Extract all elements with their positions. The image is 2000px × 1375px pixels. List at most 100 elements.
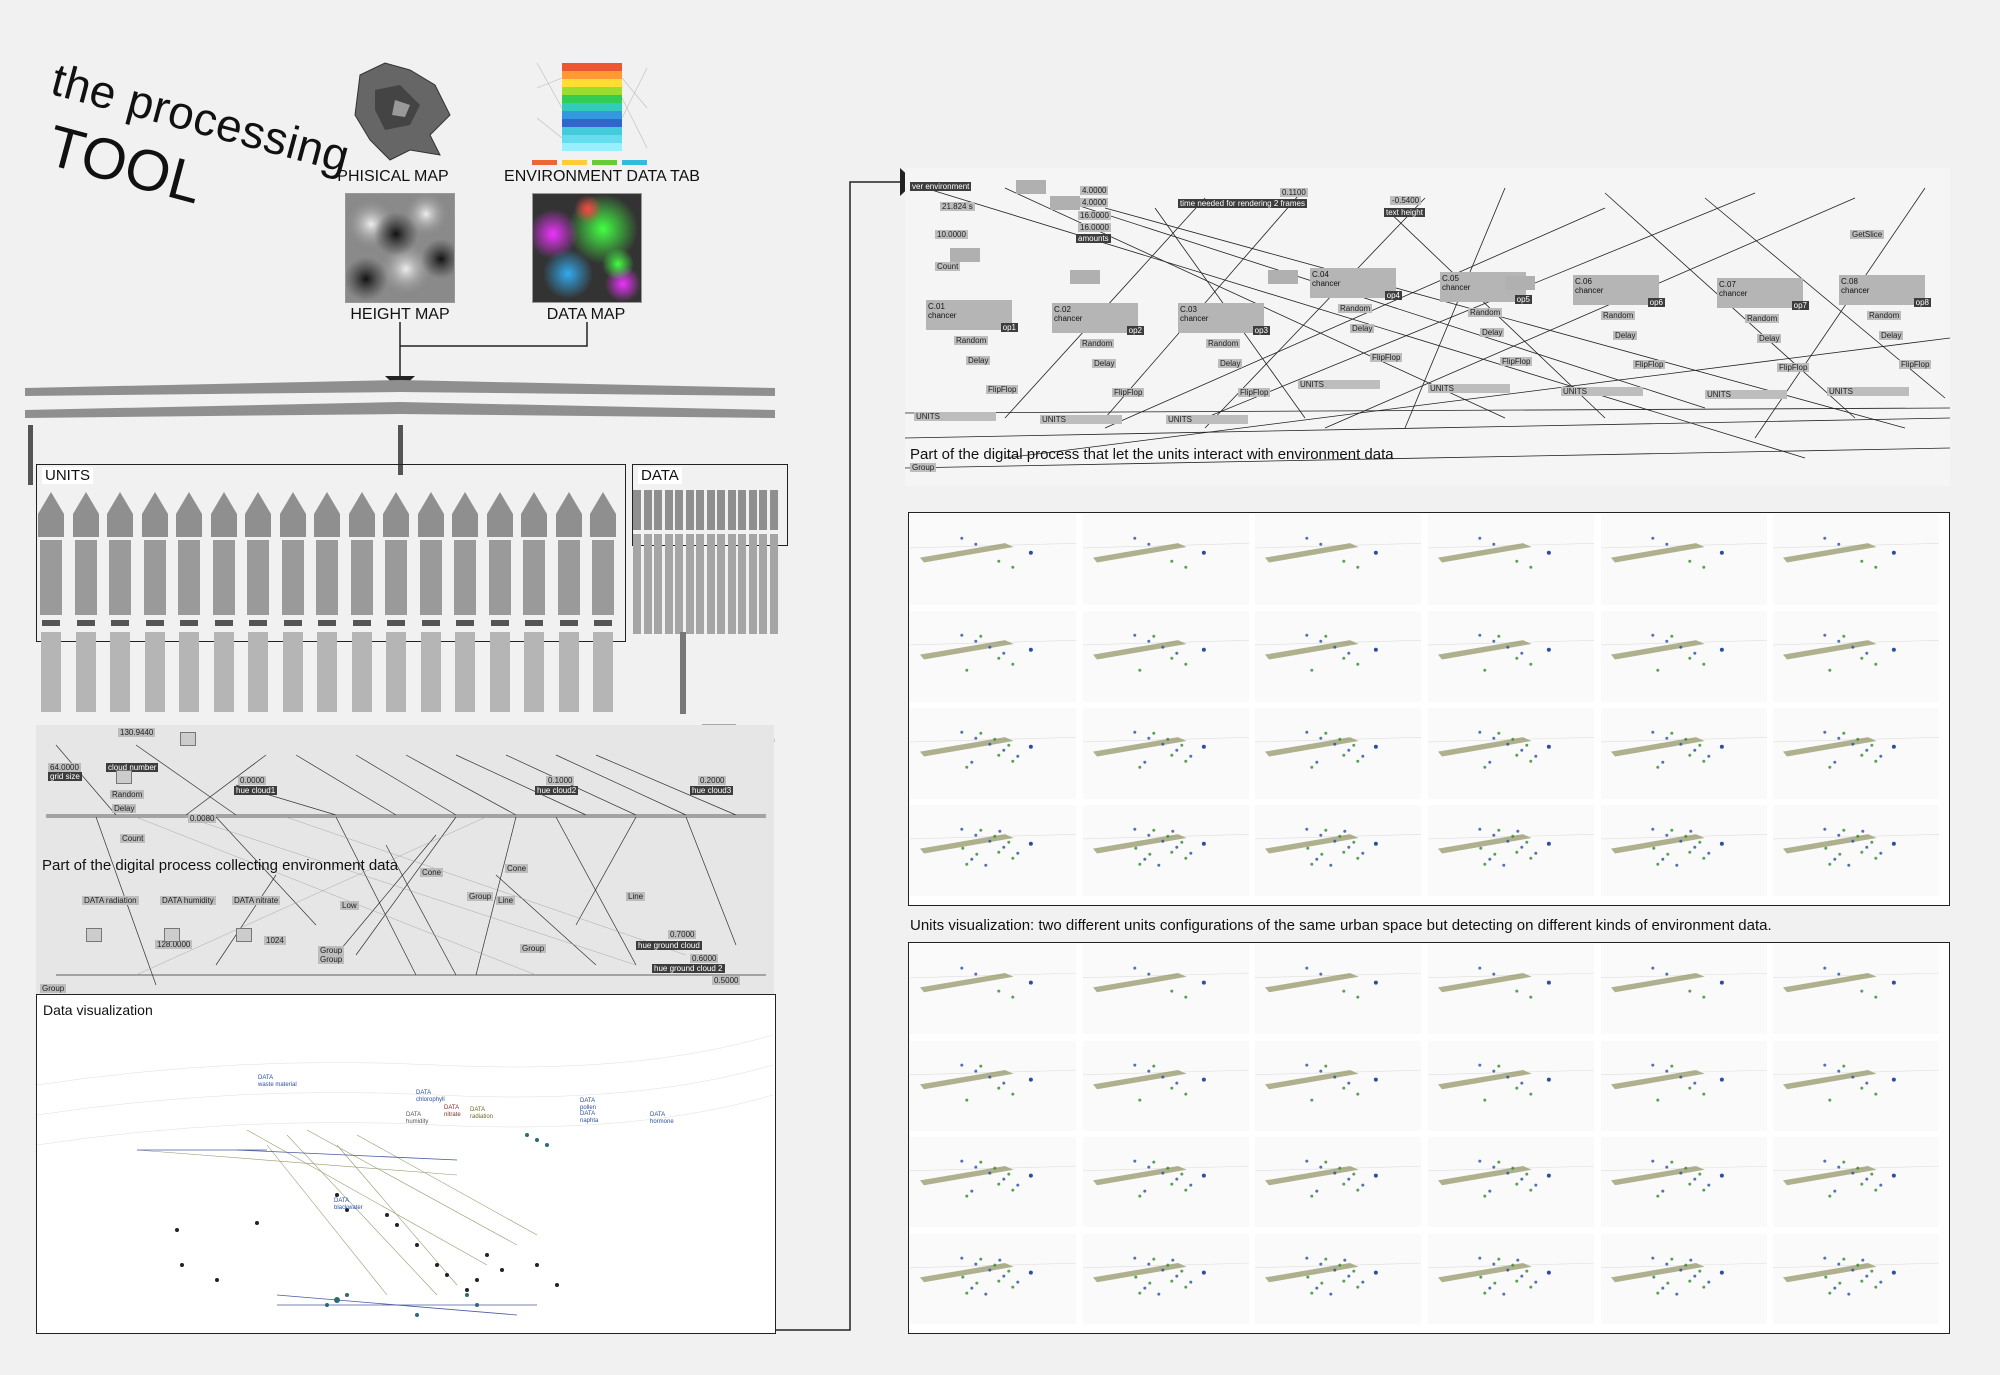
flipflop-node[interactable]: FlipFlop: [986, 385, 1019, 394]
units-node[interactable]: UNITS: [914, 412, 996, 421]
flipflop-node[interactable]: FlipFlop: [1633, 360, 1666, 369]
patch-node[interactable]: 130.9440: [118, 728, 156, 737]
interaction-node[interactable]: Group: [910, 463, 937, 472]
interaction-node[interactable]: amounts: [1076, 234, 1111, 243]
random-node[interactable]: Random: [954, 336, 989, 345]
patch-node[interactable]: cloud number: [106, 763, 159, 772]
random-node[interactable]: Random: [1468, 308, 1503, 317]
random-node[interactable]: Random: [1745, 314, 1780, 323]
delay-node[interactable]: Delay: [1757, 334, 1782, 343]
patch-node[interactable]: hue ground cloud 2: [652, 964, 725, 973]
random-node[interactable]: Random: [1338, 304, 1373, 313]
patch-toggle-box[interactable]: [86, 928, 102, 942]
units-node[interactable]: UNITS: [1827, 387, 1909, 396]
patch-node[interactable]: hue cloud3: [690, 786, 734, 795]
interaction-node[interactable]: 0.1100: [1280, 188, 1308, 197]
flipflop-node[interactable]: FlipFlop: [1238, 388, 1271, 397]
patch-toggle-box[interactable]: [180, 732, 196, 746]
patch-box[interactable]: [950, 248, 980, 262]
patch-node[interactable]: 0.0080: [188, 814, 217, 823]
interaction-node[interactable]: text height: [1384, 208, 1425, 217]
random-node[interactable]: Random: [1080, 339, 1115, 348]
patch-box[interactable]: [1050, 196, 1080, 210]
patch-node[interactable]: 64.0000: [48, 763, 81, 772]
patch-node[interactable]: Count: [120, 834, 146, 843]
patch-box[interactable]: [1016, 180, 1046, 194]
flipflop-node[interactable]: FlipFlop: [1370, 353, 1403, 362]
interaction-node[interactable]: 16.0000: [1078, 211, 1111, 220]
units-node[interactable]: UNITS: [1428, 384, 1510, 393]
patch-node[interactable]: grid size: [48, 772, 82, 781]
units-node[interactable]: UNITS: [1705, 390, 1787, 399]
patch-node[interactable]: Group: [40, 984, 67, 993]
patch-node[interactable]: DATA humidity: [160, 896, 216, 905]
chooser-module[interactable]: C.08 chancer op8: [1839, 275, 1931, 307]
patch-node[interactable]: 0.2000: [698, 776, 727, 785]
patch-node[interactable]: 0.5000: [712, 976, 741, 985]
patch-toggle-box[interactable]: [164, 928, 180, 942]
patch-node[interactable]: 0.7000: [668, 930, 697, 939]
patch-node[interactable]: hue cloud1: [234, 786, 278, 795]
interaction-node[interactable]: GetSlice: [1850, 230, 1885, 239]
patch-node[interactable]: Group: [318, 946, 345, 955]
interaction-node[interactable]: -0.5400: [1390, 196, 1422, 205]
chooser-module[interactable]: C.06 chancer op6: [1573, 275, 1665, 307]
patch-node[interactable]: 0.0000: [238, 776, 267, 785]
patch-node[interactable]: Delay: [112, 804, 137, 813]
random-node[interactable]: Random: [1206, 339, 1241, 348]
patch-node[interactable]: Group: [318, 955, 345, 964]
patch-node[interactable]: 1024: [264, 936, 286, 945]
interaction-node[interactable]: 4.0000: [1080, 198, 1109, 207]
delay-node[interactable]: Delay: [1350, 324, 1375, 333]
patch-node[interactable]: hue cloud2: [535, 786, 579, 795]
patch-node[interactable]: Low: [340, 901, 359, 910]
interaction-node[interactable]: ver environment: [910, 182, 972, 191]
patch-node[interactable]: Cone: [420, 868, 444, 877]
unit-module: [521, 492, 547, 722]
delay-node[interactable]: Delay: [1480, 328, 1505, 337]
interaction-node[interactable]: 21.824 s: [940, 202, 975, 211]
patch-box[interactable]: [1505, 276, 1535, 290]
chooser-module[interactable]: C.07 chancer op7: [1717, 278, 1809, 310]
chooser-module[interactable]: C.04 chancer op4: [1310, 268, 1402, 300]
patch-node[interactable]: DATA radiation: [82, 896, 139, 905]
flipflop-node[interactable]: FlipFlop: [1777, 363, 1810, 372]
patch-node[interactable]: Group: [467, 892, 494, 901]
interaction-node[interactable]: 16.0000: [1078, 223, 1111, 232]
patch-toggle-box[interactable]: [116, 770, 132, 784]
interaction-node[interactable]: 4.0000: [1080, 186, 1109, 195]
units-node[interactable]: UNITS: [1561, 387, 1643, 396]
units-node[interactable]: UNITS: [1298, 380, 1380, 389]
flipflop-node[interactable]: FlipFlop: [1500, 357, 1533, 366]
patch-node[interactable]: Line: [626, 892, 646, 901]
patch-node[interactable]: Random: [110, 790, 145, 799]
random-node[interactable]: Random: [1601, 311, 1636, 320]
delay-node[interactable]: Delay: [1613, 331, 1638, 340]
vis-data-label: DATA humidity: [406, 1112, 428, 1126]
delay-node[interactable]: Delay: [1879, 331, 1904, 340]
random-node[interactable]: Random: [1867, 311, 1902, 320]
patch-box[interactable]: [1070, 270, 1100, 284]
patch-node[interactable]: 0.6000: [690, 954, 719, 963]
patch-node[interactable]: Group: [520, 944, 547, 953]
delay-node[interactable]: Delay: [1218, 359, 1243, 368]
patch-node[interactable]: Cone: [505, 864, 529, 873]
interaction-node[interactable]: time needed for rendering 2 frames: [1178, 199, 1307, 208]
delay-node[interactable]: Delay: [1092, 359, 1117, 368]
patch-node[interactable]: Line: [496, 896, 516, 905]
patch-node[interactable]: 0.1000: [546, 776, 575, 785]
chooser-module[interactable]: C.02 chancer op2: [1052, 303, 1144, 335]
patch-toggle-box[interactable]: [236, 928, 252, 942]
patch-box[interactable]: [1268, 270, 1298, 284]
units-node[interactable]: UNITS: [1040, 415, 1122, 424]
delay-node[interactable]: Delay: [966, 356, 991, 365]
patch-node[interactable]: DATA nitrate: [232, 896, 281, 905]
interaction-node[interactable]: Count: [935, 262, 961, 271]
flipflop-node[interactable]: FlipFlop: [1112, 388, 1145, 397]
units-node[interactable]: UNITS: [1166, 415, 1248, 424]
chooser-module[interactable]: C.03 chancer op3: [1178, 303, 1270, 335]
patch-node[interactable]: hue ground cloud: [636, 941, 702, 950]
flipflop-node[interactable]: FlipFlop: [1899, 360, 1932, 369]
chooser-module[interactable]: C.01 chancer op1: [926, 300, 1018, 332]
interaction-node[interactable]: 10.0000: [935, 230, 968, 239]
